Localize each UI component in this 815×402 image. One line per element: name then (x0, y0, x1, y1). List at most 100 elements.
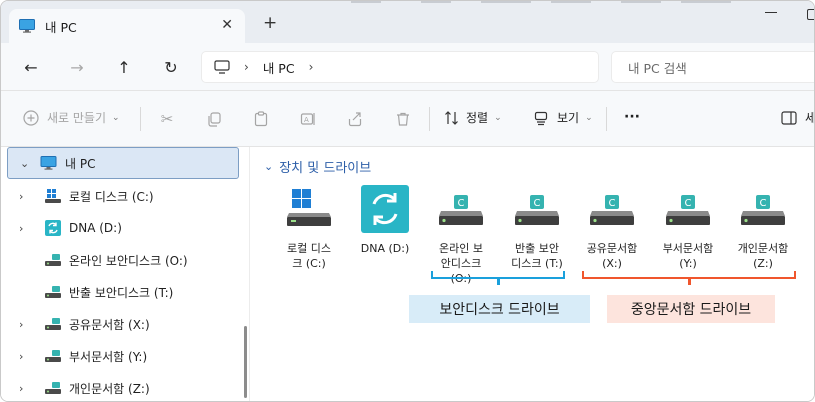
chevron-right-icon[interactable]: › (1, 350, 25, 363)
new-button[interactable]: 새로 만들기 ⌄ (23, 109, 120, 126)
sidebar-item-dna-d[interactable]: › DNA (D:) (1, 212, 241, 244)
tab-my-pc[interactable]: 내 PC ✕ (9, 9, 245, 43)
drive-label-line: 부서문서함 (662, 242, 714, 255)
refresh-button[interactable]: ↻ (161, 57, 181, 77)
sidebar-item-department-docs-y[interactable]: › 부서문서함 (Y:) (1, 340, 241, 372)
tab-title: 내 PC (45, 19, 77, 35)
toolbar-divider (429, 107, 430, 131)
chevron-right-icon[interactable]: › (1, 190, 25, 203)
chevron-down-icon: ⌄ (585, 112, 593, 123)
sidebar-item-local-disk-c[interactable]: › 로컬 디스크 (C:) (1, 180, 241, 212)
central-drives-bracket (582, 271, 796, 285)
sidebar-item-label: 개인문서함 (Z:) (69, 381, 150, 396)
content-pane: ⌄ 장치 및 드라이브 로컬 디스 크 (C:) DNA (D:) C 온라인 … (250, 147, 814, 401)
monitor-outline-icon (214, 60, 230, 74)
drive-personal-docs-z[interactable]: C 개인문서함 (Z:) (730, 183, 796, 271)
up-button[interactable]: ↑ (114, 57, 134, 77)
network-drive-icon: C (590, 195, 634, 225)
sidebar-item-personal-docs-z[interactable]: › 개인문서함 (Z:) (1, 372, 241, 401)
network-drive-icon (45, 350, 61, 362)
minimize-button[interactable] (765, 12, 777, 13)
network-drive-icon: C (515, 195, 559, 225)
chevron-down-icon: ⌄ (494, 112, 502, 123)
maximize-button[interactable] (807, 9, 814, 20)
sidebar-item-export-secure-disk-t[interactable]: 반출 보안디스크 (T:) (1, 276, 241, 308)
title-bar: 내 PC ✕ + (1, 1, 814, 43)
new-button-label: 새로 만들기 (47, 111, 107, 125)
details-label: 세 (805, 111, 815, 125)
paste-icon[interactable] (251, 109, 271, 129)
drive-label-line: 디스크 (T:) (511, 257, 563, 270)
drive-label-line: (Z:) (753, 257, 773, 270)
sidebar-item-label: 반출 보안디스크 (T:) (69, 285, 174, 300)
windows-drive-icon (287, 189, 331, 226)
drive-export-secure-disk-t[interactable]: C 반출 보안 디스크 (T:) (504, 183, 570, 271)
share-icon[interactable] (345, 109, 365, 129)
rename-icon[interactable]: A (298, 109, 318, 129)
drive-department-docs-y[interactable]: C 부서문서함 (Y:) (655, 183, 721, 271)
chevron-right-icon[interactable]: › (1, 222, 25, 235)
address-bar[interactable]: › 내 PC › (201, 51, 599, 83)
forward-button[interactable]: → (67, 57, 87, 77)
navigation-pane: ⌄ 내 PC › 로컬 디스크 (C:) › DNA (D:) 온라인 보안디스… (1, 147, 249, 401)
cut-icon[interactable]: ✂ (157, 109, 177, 129)
drive-label-line: 안디스크 (440, 257, 482, 270)
file-explorer-window: 내 PC ✕ + ← → ↑ ↻ › 내 PC › 내 PC 검색 새로 만들기… (0, 0, 815, 402)
sidebar-item-label: DNA (D:) (69, 221, 122, 235)
svg-text:C: C (760, 198, 767, 209)
command-bar: 새로 만들기 ⌄ ✂ A 정렬 ⌄ 보기 ⌄ ··· 세 (1, 91, 815, 147)
windows-drive-icon (45, 189, 61, 203)
sidebar-item-my-pc[interactable]: ⌄ 내 PC (7, 147, 239, 179)
sort-button[interactable]: 정렬 ⌄ (444, 109, 502, 126)
chevron-right-icon[interactable]: › (1, 318, 25, 331)
svg-text:A: A (304, 116, 309, 124)
sidebar-item-online-secure-disk-o[interactable]: 온라인 보안디스크 (O:) (1, 244, 241, 276)
back-button[interactable]: ← (21, 57, 41, 77)
details-pane-icon (781, 110, 797, 125)
breadcrumb-expand-icon[interactable]: › (309, 60, 314, 74)
top-edge-marks (341, 1, 741, 4)
more-options-button[interactable]: ··· (624, 109, 640, 125)
toolbar-divider (140, 107, 141, 131)
breadcrumb-separator-icon[interactable]: › (244, 60, 249, 74)
monitor-icon (40, 156, 57, 170)
drive-label-line: 공유문서함 (586, 242, 638, 255)
secure-drives-bracket (431, 271, 565, 285)
sidebar-item-label: 부서문서함 (Y:) (69, 349, 148, 364)
new-tab-button[interactable]: + (263, 15, 277, 32)
network-drive-icon (45, 382, 61, 394)
network-drive-icon: C (439, 195, 483, 225)
details-button[interactable]: 세 (781, 109, 815, 126)
drive-local-disk-c[interactable]: 로컬 디스 크 (C:) (276, 183, 342, 271)
sidebar-scrollbar[interactable] (244, 326, 247, 398)
chevron-down-icon[interactable]: ⌄ (8, 157, 32, 170)
drive-dna-d[interactable]: DNA (D:) (352, 183, 418, 256)
chevron-right-icon[interactable]: › (1, 382, 25, 395)
network-drive-icon: C (666, 195, 710, 225)
network-drive-icon: C (741, 195, 785, 225)
drive-label-line: 개인문서함 (737, 242, 789, 255)
sidebar-item-shared-docs-x[interactable]: › 공유문서함 (X:) (1, 308, 241, 340)
search-input[interactable]: 내 PC 검색 (611, 51, 814, 83)
delete-icon[interactable] (393, 109, 413, 129)
svg-text:C: C (685, 198, 692, 209)
sidebar-item-label: 내 PC (65, 156, 96, 171)
copy-icon[interactable] (204, 109, 224, 129)
sidebar-item-label: 로컬 디스크 (C:) (69, 189, 154, 204)
secure-drives-callout: 보안디스크 드라이브 (409, 295, 590, 323)
drive-label-line: 크 (C:) (292, 257, 326, 270)
drive-shared-docs-x[interactable]: C 공유문서함 (X:) (579, 183, 645, 271)
section-devices-and-drives[interactable]: ⌄ 장치 및 드라이브 (264, 157, 371, 176)
network-drive-icon (45, 254, 61, 266)
sort-label: 정렬 (466, 111, 489, 125)
breadcrumb-my-pc[interactable]: 내 PC (263, 58, 295, 77)
view-label: 보기 (557, 111, 580, 125)
monitor-icon (19, 19, 35, 33)
close-tab-icon[interactable]: ✕ (221, 17, 233, 33)
plus-circle-icon (23, 109, 39, 126)
network-drive-icon (45, 318, 61, 330)
sidebar-item-label: 온라인 보안디스크 (O:) (69, 253, 188, 268)
view-button[interactable]: 보기 ⌄ (533, 109, 593, 126)
drive-label-line: (X:) (602, 257, 622, 270)
svg-text:C: C (458, 198, 465, 209)
